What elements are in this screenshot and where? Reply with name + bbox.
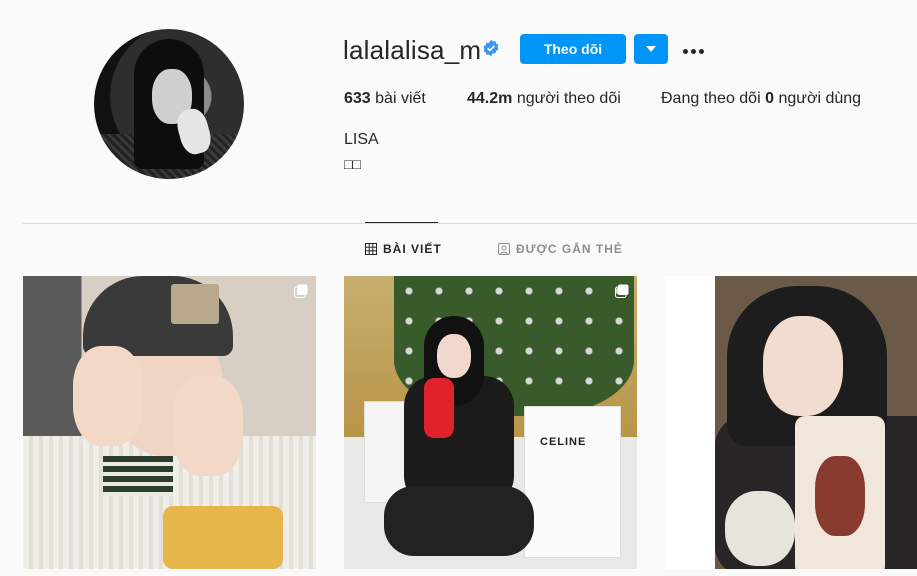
post-shopping-bag: [364, 401, 406, 503]
followers-label: người theo dõi: [516, 90, 621, 107]
suggestions-dropdown-button[interactable]: [634, 34, 668, 64]
post-bag-label: CELINE: [540, 436, 587, 448]
active-tab-indicator: [365, 222, 438, 223]
posts-count-stat: 633 bài viết: [344, 90, 426, 108]
tagged-icon: [498, 243, 510, 255]
chevron-down-icon: [646, 46, 656, 52]
grid-icon: [365, 243, 377, 255]
post-hand: [73, 346, 143, 446]
post-face: [763, 316, 843, 416]
post-legs: [384, 486, 534, 556]
post-beanie-patch: [171, 284, 219, 324]
more-options-button[interactable]: [680, 40, 706, 58]
post-hand: [173, 376, 243, 476]
post-scarf: [163, 506, 283, 569]
post-thumbnail[interactable]: [23, 276, 316, 569]
followers-count: 44.2m: [467, 90, 513, 107]
tab-tagged[interactable]: ĐƯỢC GẮN THẺ: [498, 242, 623, 256]
post-face: [437, 334, 471, 378]
carousel-icon: [615, 284, 629, 298]
post-shopping-bag: [524, 406, 621, 558]
post-thumbnail[interactable]: CELINE: [344, 276, 637, 569]
tabs-divider: [23, 223, 917, 224]
profile-avatar[interactable]: [94, 29, 244, 179]
tab-tagged-label: ĐƯỢC GẮN THẺ: [516, 242, 623, 256]
post-rabbit-pattern: [815, 456, 865, 536]
post-bear-pattern: [725, 491, 795, 566]
following-prefix: Đang theo dõi: [661, 90, 761, 107]
tab-posts[interactable]: BÀI VIẾT: [365, 242, 442, 256]
post-scarf: [424, 378, 454, 438]
following-suffix: người dùng: [778, 90, 862, 107]
posts-label: bài viết: [375, 90, 426, 107]
tab-posts-label: BÀI VIẾT: [383, 242, 442, 256]
carousel-icon: [294, 284, 308, 298]
profile-bio: □□: [344, 156, 361, 172]
following-stat[interactable]: Đang theo dõi 0 người dùng: [661, 90, 861, 108]
following-count: 0: [765, 90, 774, 107]
posts-count: 633: [344, 90, 371, 107]
post-thumbnail[interactable]: [665, 276, 917, 569]
post-cuff: [103, 456, 173, 496]
profile-username: lalalalisa_m: [343, 35, 482, 65]
follow-button[interactable]: Theo dõi: [520, 34, 626, 64]
followers-stat[interactable]: 44.2m người theo dõi: [467, 90, 621, 108]
profile-full-name: LISA: [344, 131, 379, 148]
verified-badge-icon: [483, 39, 499, 57]
